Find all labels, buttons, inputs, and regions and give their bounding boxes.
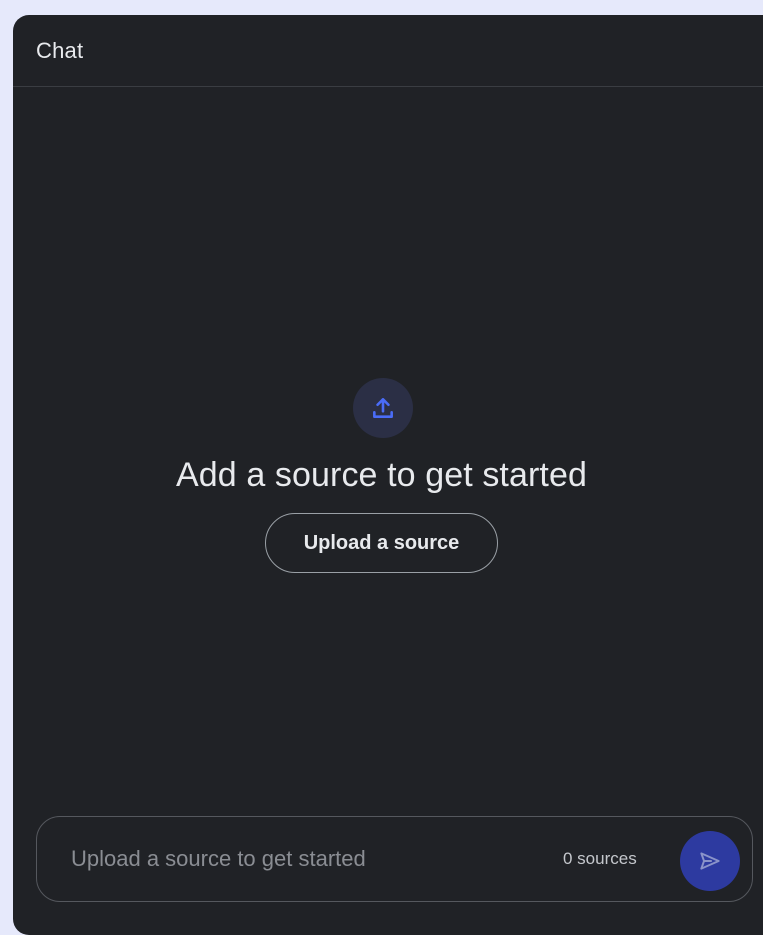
upload-source-button[interactable]: Upload a source [265, 513, 498, 573]
send-button[interactable] [680, 831, 740, 891]
chat-panel: Chat Add a source to get started Upload … [13, 15, 763, 935]
panel-title: Chat [36, 37, 84, 63]
send-icon [700, 852, 720, 870]
chat-composer: 0 sources [36, 816, 753, 902]
chat-header: Chat [13, 15, 763, 87]
empty-state-headline: Add a source to get started [176, 456, 587, 494]
upload-icon-badge [352, 378, 413, 438]
empty-state: Add a source to get started Upload a sou… [13, 378, 763, 573]
source-count: 0 sources [563, 849, 637, 868]
chat-input[interactable] [71, 841, 491, 877]
upload-icon [372, 398, 393, 418]
